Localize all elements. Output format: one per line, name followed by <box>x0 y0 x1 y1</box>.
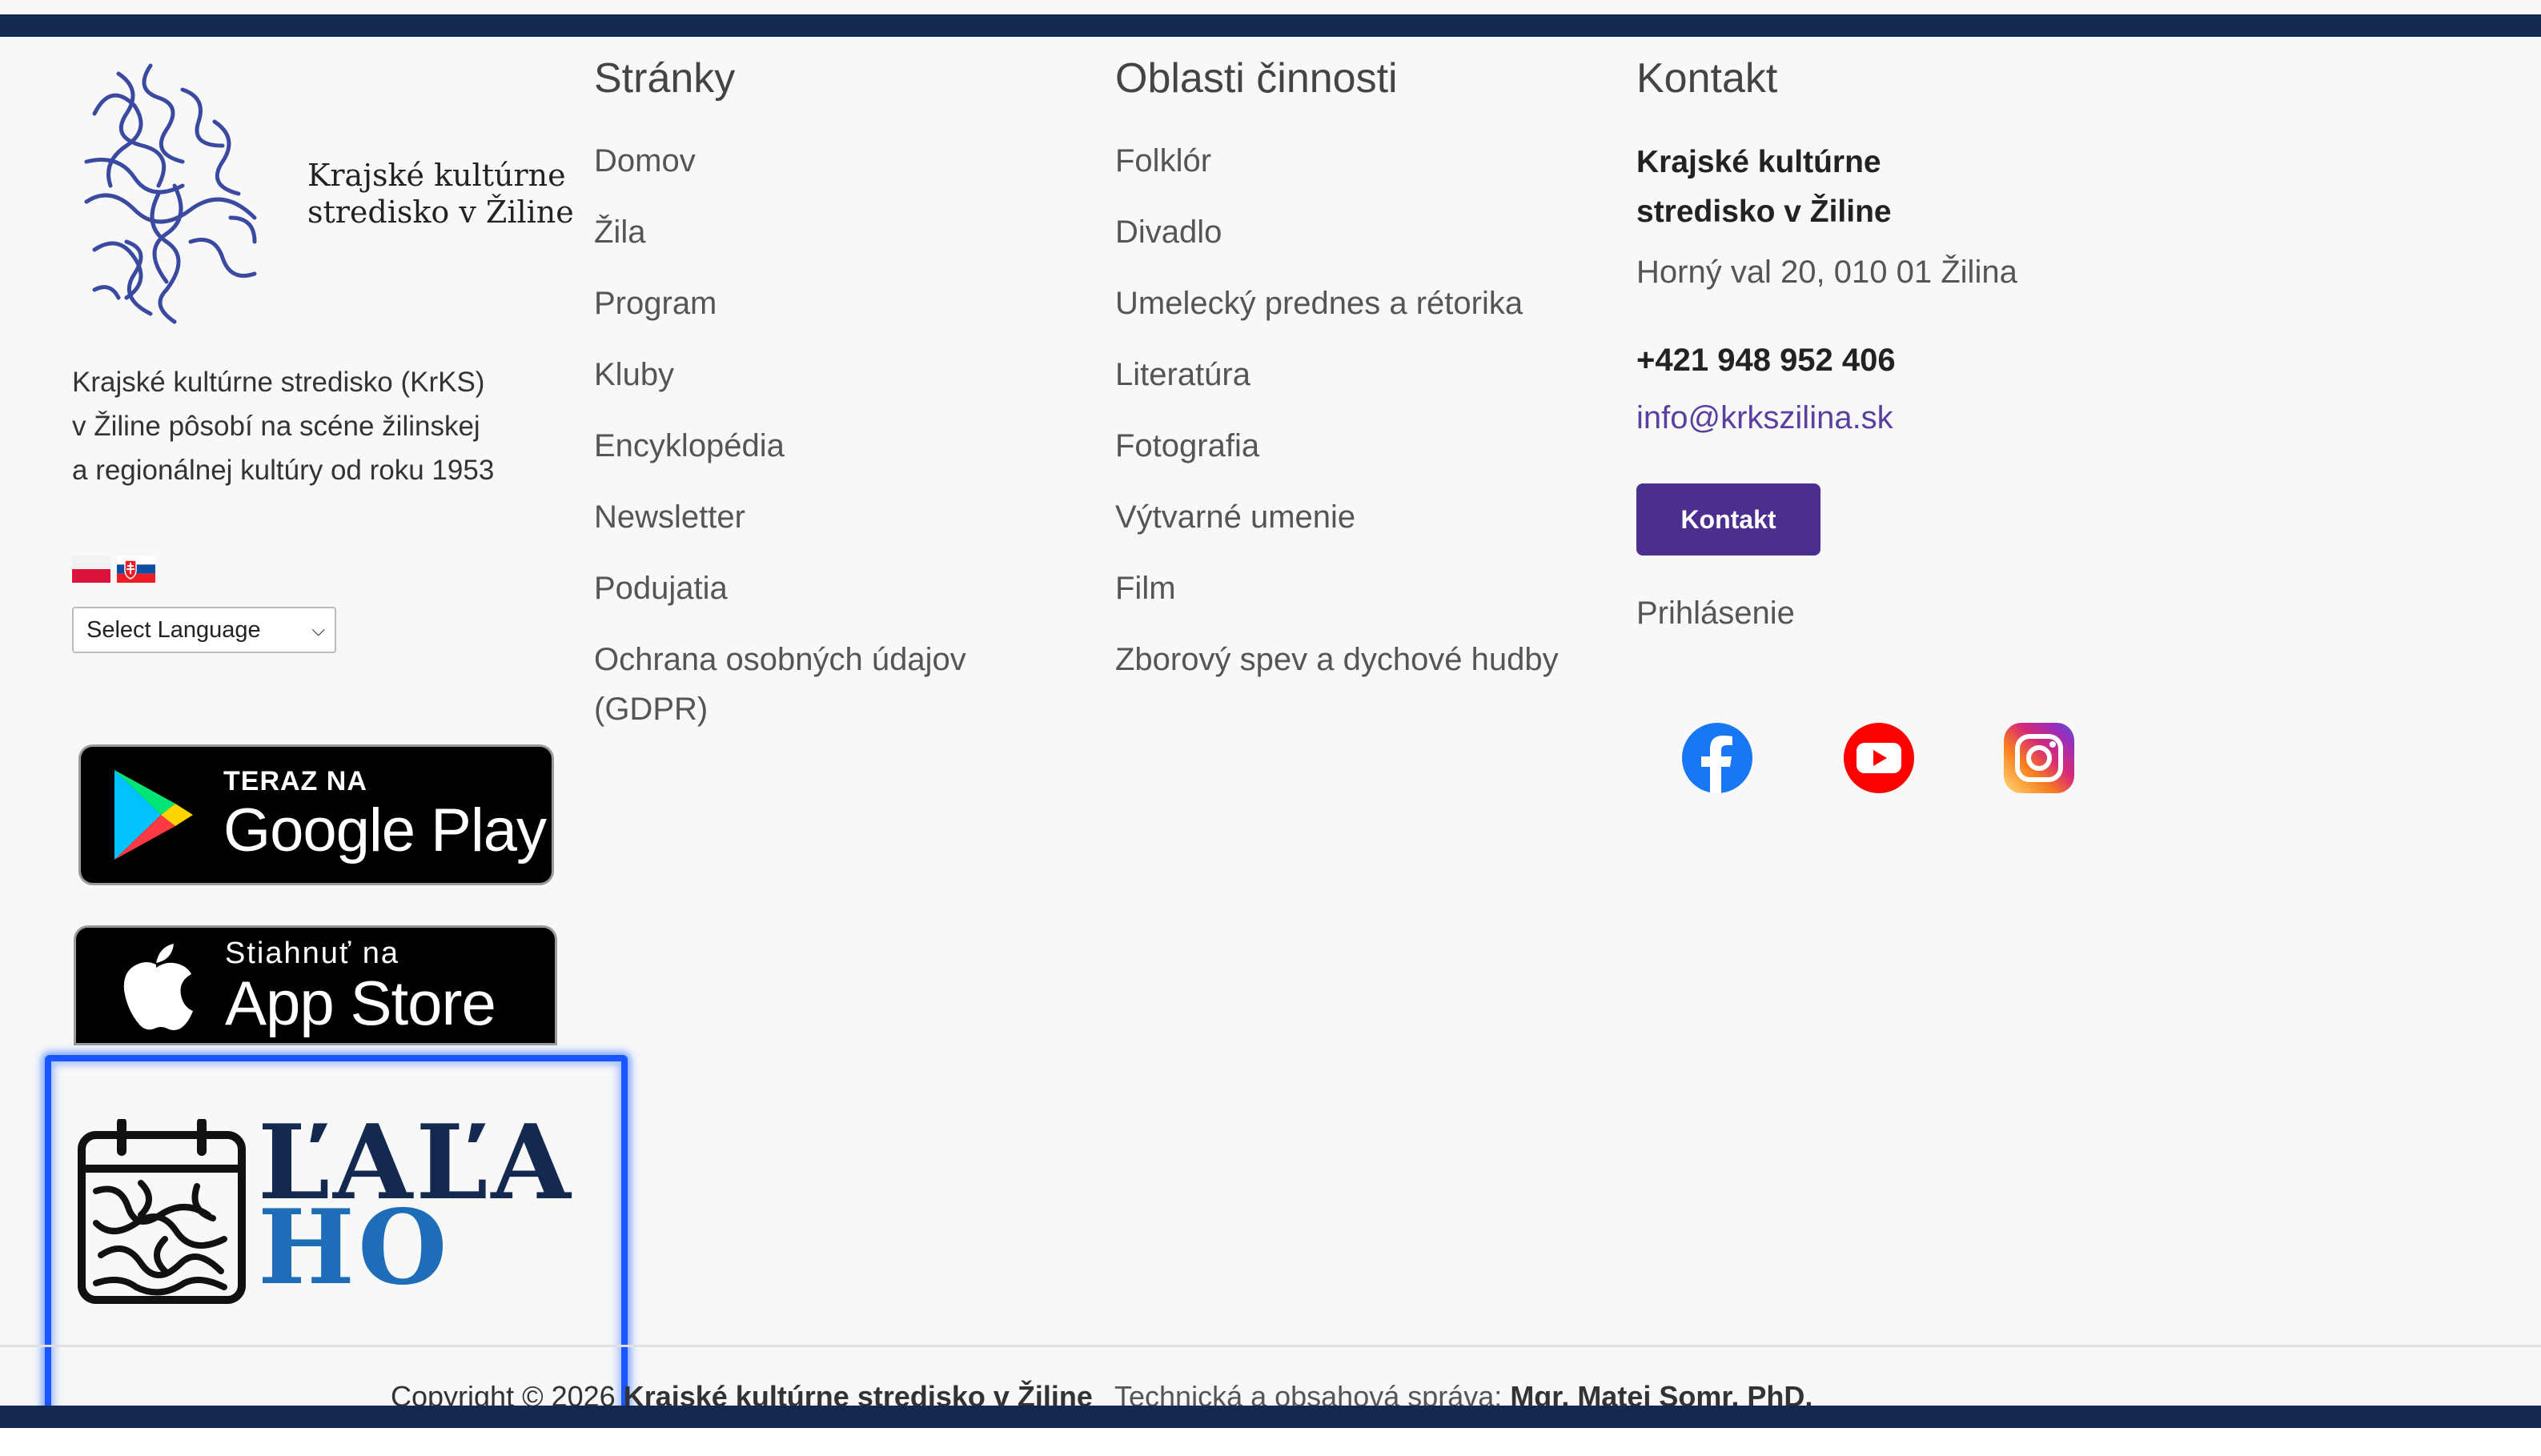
app-store-big-label: App Store <box>225 967 496 1038</box>
google-play-big-label: Google Play <box>223 796 547 864</box>
nav-link-encyklopedia[interactable]: Encyklopédia <box>594 421 966 471</box>
about-line-1: Krajské kultúrne stredisko (KrKS) <box>72 367 485 398</box>
logo-line-2: stredisko v Žiline <box>307 195 574 230</box>
oblasti-list: Folklór Divadlo Umelecký prednes a rétor… <box>1115 136 1559 706</box>
contact-organization: Krajské kultúrne stredisko v Žiline <box>1636 138 1892 237</box>
about-text: Krajské kultúrne stredisko (KrKS) v Žili… <box>72 360 552 492</box>
app-store-small-label: Stiahnuť na <box>225 936 399 970</box>
kontakt-button[interactable]: Kontakt <box>1636 483 1820 556</box>
nav-link-program[interactable]: Program <box>594 279 966 328</box>
slovak-flag-icon[interactable] <box>117 556 155 583</box>
calendar-icon <box>78 1119 246 1304</box>
contact-phone[interactable]: +421 948 952 406 <box>1636 343 1896 379</box>
stranky-title: Stránky <box>594 55 736 102</box>
oblasti-title: Oblasti činnosti <box>1115 55 1398 102</box>
about-line-3: a regionálnej kultúry od roku 1953 <box>72 455 495 486</box>
language-select[interactable]: Select Language ⌵ <box>72 607 336 653</box>
activity-link-zborovy[interactable]: Zborový spev a dychové hudby <box>1115 635 1559 684</box>
activity-link-divadlo[interactable]: Divadlo <box>1115 207 1559 257</box>
activity-link-folklor[interactable]: Folklór <box>1115 136 1559 186</box>
contact-name-line-2: stredisko v Žiline <box>1636 195 1892 229</box>
footer-divider <box>0 1345 2541 1347</box>
chevron-down-icon: ⌵ <box>311 620 325 640</box>
krks-logo-icon[interactable] <box>70 58 282 327</box>
kontakt-title: Kontakt <box>1636 55 1778 102</box>
nav-link-domov[interactable]: Domov <box>594 136 966 186</box>
logo-line-1: Krajské kultúrne <box>307 158 566 193</box>
google-play-icon <box>114 770 193 860</box>
nav-link-gdpr[interactable]: Ochrana osobných údajov (GDPR) <box>594 635 966 734</box>
youtube-icon[interactable] <box>1843 722 1915 794</box>
facebook-icon[interactable] <box>1681 722 1753 794</box>
contact-address: Horný val 20, 010 01 Žilina <box>1636 255 2017 290</box>
login-link[interactable]: Prihlásenie <box>1636 596 1795 632</box>
activity-link-film[interactable]: Film <box>1115 564 1559 613</box>
language-select-value: Select Language <box>86 616 261 643</box>
instagram-icon[interactable] <box>2003 722 2075 794</box>
nav-link-kluby[interactable]: Kluby <box>594 350 966 399</box>
activity-link-fotografia[interactable]: Fotografia <box>1115 421 1559 471</box>
activity-link-prednes[interactable]: Umelecký prednes a rétorika <box>1115 279 1559 328</box>
logo-text[interactable]: Krajské kultúrne stredisko v Žiline <box>307 157 574 231</box>
apple-icon <box>123 944 193 1030</box>
about-line-2: v Žiline pôsobí na scéne žilinskej <box>72 411 480 442</box>
app-store-badge[interactable]: Stiahnuť na App Store <box>74 925 557 1045</box>
stranky-list: Domov Žila Program Kluby Encyklopédia Ne… <box>594 136 966 756</box>
gdpr-line-1: Ochrana osobných údajov <box>594 642 966 677</box>
nav-link-newsletter[interactable]: Newsletter <box>594 492 966 542</box>
lala-ho-logo-bottom: HO <box>258 1188 451 1308</box>
page-bottom-strip <box>0 1428 2541 1456</box>
top-bar <box>0 14 2541 37</box>
gdpr-line-2: (GDPR) <box>594 692 709 727</box>
nav-link-podujatia[interactable]: Podujatia <box>594 564 966 613</box>
contact-email-link[interactable]: info@krkszilina.sk <box>1636 400 1893 436</box>
language-flags <box>72 556 155 583</box>
google-play-small-label: TERAZ NA <box>223 765 367 796</box>
activity-link-literatura[interactable]: Literatúra <box>1115 350 1559 399</box>
google-play-badge[interactable]: TERAZ NA Google Play <box>78 744 554 885</box>
nav-link-zila[interactable]: Žila <box>594 207 966 257</box>
activity-link-vytvarne[interactable]: Výtvarné umenie <box>1115 492 1559 542</box>
contact-name-line-1: Krajské kultúrne <box>1636 145 1881 179</box>
polish-flag-icon[interactable] <box>72 556 110 583</box>
bottom-bar <box>0 1406 2541 1428</box>
